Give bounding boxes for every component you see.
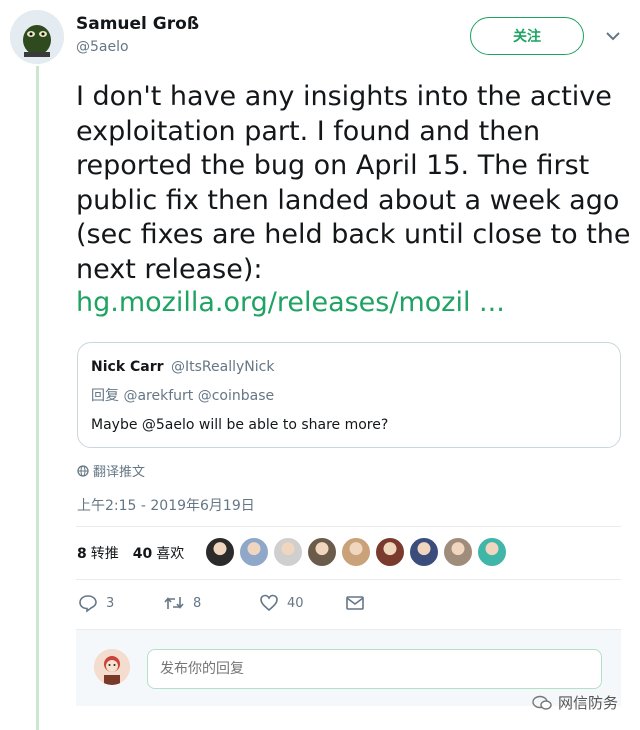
- reply-targets: @arekfurt @coinbase: [123, 388, 275, 404]
- quote-body: Maybe @5aelo will be able to share more?: [91, 417, 389, 433]
- reply-prefix: 回复: [91, 388, 119, 404]
- chevron-down-icon[interactable]: [603, 26, 623, 46]
- retweets-stat[interactable]: 8 转推: [77, 543, 119, 563]
- translate-label: 翻译推文: [93, 465, 146, 480]
- reply-icon: [79, 595, 97, 613]
- tweet-link[interactable]: hg.mozilla.org/releases/mozil ...: [76, 287, 505, 318]
- envelope-icon: [346, 596, 364, 610]
- avatar-image: [10, 10, 64, 64]
- author-name[interactable]: Samuel Groß: [76, 14, 199, 34]
- retweets-label: 转推: [90, 546, 119, 562]
- author-avatar[interactable]: [10, 10, 64, 64]
- tweet-line: next release):: [76, 253, 263, 285]
- translate-tweet[interactable]: 翻译推文: [77, 461, 145, 480]
- likes-stat[interactable]: 40 喜欢: [133, 543, 184, 563]
- quoted-tweet[interactable]: Nick Carr @ItsReallyNick 回复 @arekfurt @c…: [77, 342, 621, 448]
- reply-input[interactable]: [147, 649, 602, 689]
- liker-avatar[interactable]: [477, 537, 507, 567]
- liker-avatar[interactable]: [307, 537, 337, 567]
- liker-avatar[interactable]: [375, 537, 405, 567]
- liker-avatar[interactable]: [341, 537, 371, 567]
- likes-count: 40: [132, 546, 153, 562]
- tweet-line: (sec fixes are held back until close to …: [76, 219, 631, 250]
- tweet-line: exploitation part. I found and then: [76, 115, 541, 147]
- liker-avatar[interactable]: [239, 537, 269, 567]
- retweet-icon: [164, 597, 184, 609]
- user-avatar: [94, 649, 130, 685]
- quote-author-name: Nick Carr: [91, 359, 164, 375]
- retweet-count: 8: [193, 595, 202, 611]
- reply-count: 3: [106, 595, 115, 611]
- like-count: 40: [287, 595, 304, 611]
- watermark-text: 网信防务: [558, 694, 619, 712]
- tweet-timestamp[interactable]: 上午2:15 - 2019年6月19日: [77, 495, 255, 515]
- tweet-line: public fix then landed about a week ago: [76, 184, 620, 216]
- liker-avatar[interactable]: [443, 537, 473, 567]
- tweet-line: I don't have any insights into the activ…: [76, 81, 612, 112]
- tweet-actions: 3 8 40: [78, 593, 365, 613]
- watermark: 网信防务: [532, 692, 618, 713]
- quote-reply-context: 回复 @arekfurt @coinbase: [91, 385, 274, 405]
- quote-author-handle: @ItsReallyNick: [171, 359, 275, 375]
- like-action[interactable]: 40: [259, 593, 345, 613]
- wechat-icon: [532, 695, 552, 710]
- follow-button[interactable]: 关注: [470, 17, 584, 55]
- heart-icon: [260, 594, 278, 612]
- liker-avatar[interactable]: [409, 537, 439, 567]
- tweet-stats: 8 转推 40 喜欢: [77, 543, 184, 563]
- tweet-line: reported the bug on April 15. The first: [76, 150, 590, 181]
- thread-line: [36, 66, 39, 730]
- reply-action[interactable]: 3: [78, 593, 163, 613]
- liker-avatar[interactable]: [273, 537, 303, 567]
- liker-avatars: [205, 537, 507, 567]
- likes-label: 喜欢: [156, 546, 185, 562]
- globe-icon: [77, 464, 89, 477]
- liker-avatar[interactable]: [205, 537, 235, 567]
- divider: [76, 526, 621, 527]
- retweets-count: 8: [77, 546, 87, 562]
- message-action[interactable]: [345, 594, 365, 612]
- tweet-text: I don't have any insights into the activ…: [76, 80, 631, 287]
- divider: [76, 579, 621, 580]
- retweet-action[interactable]: 8: [163, 593, 259, 613]
- author-handle[interactable]: @5aelo: [76, 39, 129, 55]
